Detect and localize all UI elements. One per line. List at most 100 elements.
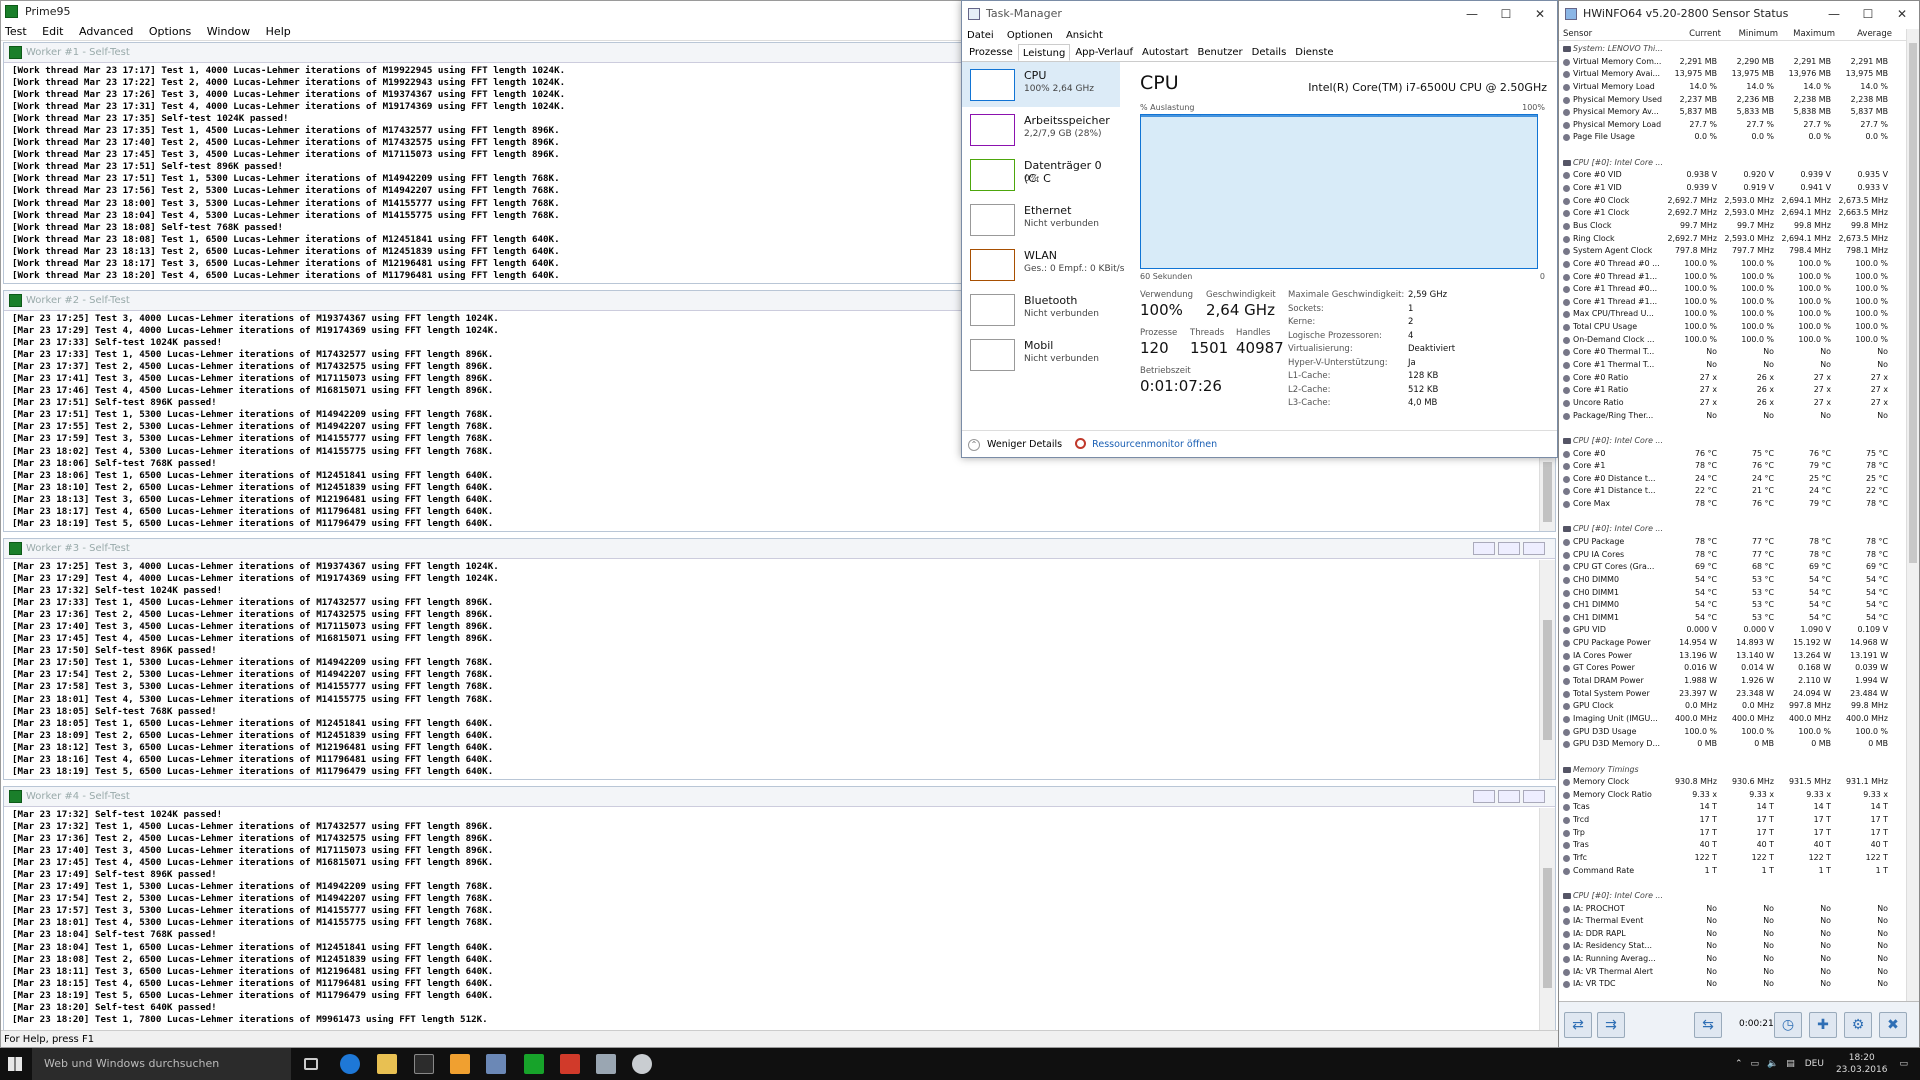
tab-prozesse[interactable]: Prozesse: [965, 44, 1017, 61]
close-icon[interactable]: ✕: [1885, 1, 1919, 27]
sensor-row[interactable]: GT Cores Power 0.016 W 0.014 W 0.168 W 0.039…: [1559, 662, 1905, 675]
perf-item-cpu[interactable]: CPU 100% 2,64 GHz: [962, 62, 1120, 107]
windows-start-icon[interactable]: [8, 1057, 22, 1071]
perf-item-mobil[interactable]: Mobil Nicht verbunden: [962, 332, 1120, 377]
sensor-row[interactable]: IA: VR Thermal Alert No No No No: [1559, 966, 1905, 979]
sensor-row[interactable]: Total CPU Usage 100.0 % 100.0 % 100.0 % 100.…: [1559, 321, 1905, 334]
sensor-row[interactable]: Max CPU/Thread U... 100.0 % 100.0 % 100.0 %…: [1559, 308, 1905, 321]
restore-icon[interactable]: [1498, 790, 1520, 803]
sensor-row[interactable]: CH1 DIMM0 54 °C 53 °C 54 °C 54 °C: [1559, 599, 1905, 612]
sensor-row[interactable]: Core #1 Ratio 27 x 26 x 27 x 27 x: [1559, 384, 1905, 397]
minimize-icon[interactable]: [1473, 790, 1495, 803]
sensor-row[interactable]: IA: Running Averag... No No No No: [1559, 953, 1905, 966]
hwinfo-titlebar[interactable]: HWiNFO64 v5.20-2800 Sensor Status — ☐ ✕: [1559, 1, 1919, 27]
tab-dienste[interactable]: Dienste: [1291, 44, 1337, 61]
sensor-row[interactable]: Command Rate 1 T 1 T 1 T 1 T: [1559, 865, 1905, 878]
sensor-row[interactable]: Physical Memory Load 27.7 % 27.7 % 27.7 % 27…: [1559, 119, 1905, 132]
sensor-row[interactable]: Uncore Ratio 27 x 26 x 27 x 27 x: [1559, 397, 1905, 410]
sensor-row[interactable]: CH1 DIMM1 54 °C 53 °C 54 °C 54 °C: [1559, 612, 1905, 625]
sensor-row[interactable]: CPU GT Cores (Gra... 69 °C 68 °C 69 °C 69 °C: [1559, 561, 1905, 574]
scroll-thumb[interactable]: [1543, 868, 1552, 988]
sensor-row[interactable]: IA: Residency Stat... No No No No: [1559, 940, 1905, 953]
chevron-up-icon[interactable]: ⌃: [968, 439, 980, 451]
prime95-taskbar-icon[interactable]: [524, 1054, 544, 1074]
menu-advanced[interactable]: Advanced: [79, 25, 133, 38]
sensor-row[interactable]: Virtual Memory Com... 2,291 MB 2,290 MB 2,2…: [1559, 56, 1905, 69]
volume-icon[interactable]: 🔈: [1767, 1059, 1778, 1069]
perf-item-datenträger[interactable]: Datenträger 0 (C: C 0%: [962, 152, 1120, 197]
sensor-row[interactable]: Trp 17 T 17 T 17 T 17 T: [1559, 827, 1905, 840]
sensor-row[interactable]: Core #1 Thermal T... No No No No: [1559, 359, 1905, 372]
sensor-row[interactable]: CH0 DIMM1 54 °C 53 °C 54 °C 54 °C: [1559, 587, 1905, 600]
settings-gear-icon[interactable]: ⚙: [1844, 1012, 1872, 1038]
tab-leistung[interactable]: Leistung: [1017, 44, 1071, 61]
col-minimum[interactable]: Minimum: [1723, 27, 1780, 40]
tab-details[interactable]: Details: [1248, 44, 1291, 61]
tray-chevron-icon[interactable]: ⌃: [1735, 1059, 1743, 1069]
clock-icon[interactable]: ◷: [1774, 1012, 1802, 1038]
menu-test[interactable]: Test: [5, 25, 27, 38]
sensor-row[interactable]: Trfc 122 T 122 T 122 T 122 T: [1559, 852, 1905, 865]
sensor-row[interactable]: Core Max 78 °C 76 °C 79 °C 78 °C: [1559, 498, 1905, 511]
app-taskbar-icon[interactable]: [596, 1054, 616, 1074]
expand-arrows-icon[interactable]: ⇄: [1564, 1012, 1592, 1038]
sensor-row[interactable]: Core #0 Thermal T... No No No No: [1559, 346, 1905, 359]
sensor-row[interactable]: Page File Usage 0.0 % 0.0 % 0.0 % 0.0 %: [1559, 131, 1905, 144]
sensor-row[interactable]: Physical Memory Used 2,237 MB 2,236 MB 2,23…: [1559, 94, 1905, 107]
sensor-row[interactable]: Package/Ring Ther... No No No No: [1559, 410, 1905, 423]
sensor-group-header[interactable]: CPU [#0]: Intel Core ...: [1559, 435, 1905, 448]
sensor-row[interactable]: Trcd 17 T 17 T 17 T 17 T: [1559, 814, 1905, 827]
task-view-icon[interactable]: [304, 1058, 318, 1070]
sensor-row[interactable]: GPU Clock 0.0 MHz 0.0 MHz 997.8 MHz 99.8 MHz: [1559, 700, 1905, 713]
taskmanager-titlebar[interactable]: Task-Manager — ☐ ✕: [962, 1, 1557, 27]
battery-icon[interactable]: ▭: [1750, 1059, 1759, 1069]
sensor-row[interactable]: Core #0 Ratio 27 x 26 x 27 x 27 x: [1559, 372, 1905, 385]
language-indicator[interactable]: DEU: [1805, 1059, 1824, 1069]
worker-titlebar[interactable]: Worker #4 - Self-Test: [4, 787, 1555, 807]
maximize-icon[interactable]: ☐: [1851, 1, 1885, 27]
sensor-row[interactable]: Core #0 Clock 2,692.7 MHz 2,593.0 MHz 2,694…: [1559, 195, 1905, 208]
menu-optionen[interactable]: Optionen: [1007, 30, 1053, 41]
sensor-group-header[interactable]: System: LENOVO Thi...: [1559, 43, 1905, 56]
scroll-thumb[interactable]: [1543, 620, 1552, 740]
worker-scrollbar[interactable]: [1539, 560, 1555, 779]
minimize-icon[interactable]: —: [1455, 1, 1489, 27]
sensor-row[interactable]: System Agent Clock 797.8 MHz 797.7 MHz 798.…: [1559, 245, 1905, 258]
worker-scrollbar[interactable]: [1539, 808, 1555, 1030]
menu-help[interactable]: Help: [266, 25, 291, 38]
sensor-row[interactable]: Core #1 78 °C 76 °C 79 °C 78 °C: [1559, 460, 1905, 473]
clock[interactable]: 18:20 23.03.2016: [1836, 1052, 1888, 1076]
sensor-group-header[interactable]: Memory Timings: [1559, 764, 1905, 777]
minimize-icon[interactable]: [1473, 542, 1495, 555]
tab-app-verlauf[interactable]: App-Verlauf: [1071, 44, 1137, 61]
sensor-row[interactable]: Core #1 Thread #0... 100.0 % 100.0 % 100.0 …: [1559, 283, 1905, 296]
minimize-icon[interactable]: —: [1817, 1, 1851, 27]
sensor-row[interactable]: Virtual Memory Load 14.0 % 14.0 % 14.0 % 14.…: [1559, 81, 1905, 94]
menu-datei[interactable]: Datei: [967, 30, 994, 41]
sensor-row[interactable]: CPU IA Cores 78 °C 77 °C 78 °C 78 °C: [1559, 549, 1905, 562]
sensor-row[interactable]: On-Demand Clock ... 100.0 % 100.0 % 100.0 %…: [1559, 334, 1905, 347]
sensor-row[interactable]: Core #1 Thread #1... 100.0 % 100.0 % 100.0 …: [1559, 296, 1905, 309]
maximize-icon[interactable]: ☐: [1489, 1, 1523, 27]
sensor-row[interactable]: Imaging Unit (IMGU... 400.0 MHz 400.0 MHz 4…: [1559, 713, 1905, 726]
close-icon[interactable]: [1523, 542, 1545, 555]
message-icon[interactable]: ▤: [1786, 1059, 1795, 1069]
sensor-row[interactable]: Ring Clock 2,692.7 MHz 2,593.0 MHz 2,694.1 …: [1559, 233, 1905, 246]
sensor-group-header[interactable]: CPU [#0]: Intel Core ...: [1559, 157, 1905, 170]
sensor-row[interactable]: Bus Clock 99.7 MHz 99.7 MHz 99.8 MHz 99.8 MH…: [1559, 220, 1905, 233]
store-icon[interactable]: [414, 1054, 434, 1074]
sensor-row[interactable]: IA: VR TDC No No No No: [1559, 978, 1905, 991]
sensor-row[interactable]: Core #0 76 °C 75 °C 76 °C 75 °C: [1559, 448, 1905, 461]
hwinfo-taskbar-icon[interactable]: [560, 1054, 580, 1074]
sensor-row[interactable]: GPU D3D Usage 100.0 % 100.0 % 100.0 % 100.0 …: [1559, 726, 1905, 739]
sensor-row[interactable]: CH0 DIMM0 54 °C 53 °C 54 °C 54 °C: [1559, 574, 1905, 587]
sensor-group-header[interactable]: CPU [#0]: Intel Core ...: [1559, 523, 1905, 536]
file-explorer-icon[interactable]: [377, 1054, 397, 1074]
notifications-icon[interactable]: ▭: [1899, 1059, 1908, 1069]
tab-autostart[interactable]: Autostart: [1138, 44, 1193, 61]
sensor-row[interactable]: Virtual Memory Avai... 13,975 MB 13,975 MB…: [1559, 68, 1905, 81]
restore-icon[interactable]: [1498, 542, 1520, 555]
menu-ansicht[interactable]: Ansicht: [1066, 30, 1103, 41]
perf-item-bluetooth[interactable]: Bluetooth Nicht verbunden: [962, 287, 1120, 332]
sensor-group-header[interactable]: CPU [#0]: Intel Core ...: [1559, 890, 1905, 903]
